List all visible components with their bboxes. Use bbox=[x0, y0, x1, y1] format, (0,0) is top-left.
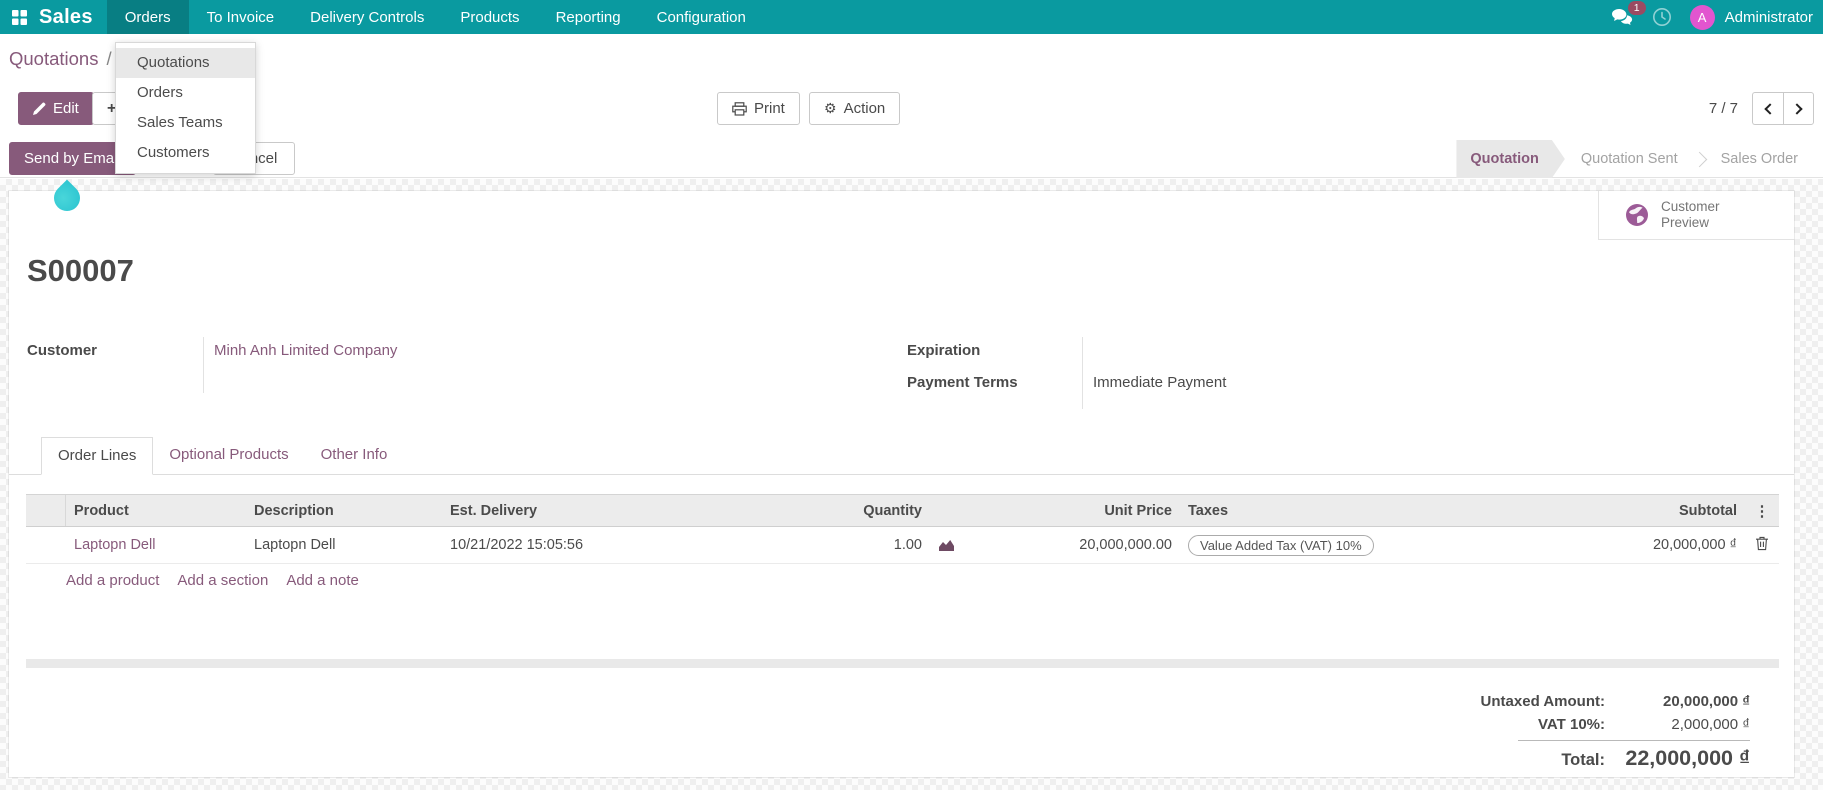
user-name: Administrator bbox=[1724, 8, 1813, 26]
form-statusbar: Send by Email Cancel Quotation Quotation… bbox=[0, 140, 1823, 178]
est-delivery-cell[interactable]: 10/21/2022 15:05:56 bbox=[442, 537, 740, 553]
form-sheet-background: Customer Preview S00007 Customer Minh An… bbox=[0, 179, 1823, 790]
avatar: A bbox=[1689, 4, 1715, 30]
menu-item-quotations[interactable]: Quotations bbox=[116, 48, 255, 78]
action-button[interactable]: ⚙ Action bbox=[809, 92, 901, 125]
expiration-field-value[interactable] bbox=[1093, 337, 1273, 369]
column-header-description[interactable]: Description bbox=[246, 503, 442, 519]
messages-count-badge: 1 bbox=[1627, 1, 1646, 15]
messages-button[interactable]: 1 bbox=[1611, 1, 1646, 26]
nav-item-reporting[interactable]: Reporting bbox=[538, 0, 639, 34]
product-link[interactable]: Laptopn Dell bbox=[74, 537, 155, 553]
total-value: 22,000,000 ₫ bbox=[1625, 746, 1750, 770]
add-a-section-link[interactable]: Add a section bbox=[177, 572, 268, 589]
nav-item-to-invoice[interactable]: To Invoice bbox=[189, 0, 293, 34]
list-add-links: Add a product Add a section Add a note bbox=[26, 564, 1779, 598]
order-line-row[interactable]: Laptopn Dell Laptopn Dell 10/21/2022 15:… bbox=[26, 527, 1779, 564]
total-label: Total: bbox=[1561, 751, 1605, 769]
add-a-note-link[interactable]: Add a note bbox=[286, 572, 359, 589]
edit-button[interactable]: Edit bbox=[18, 92, 94, 125]
status-stage-pipeline: Quotation Quotation Sent Sales Order bbox=[1456, 140, 1814, 178]
gear-icon: ⚙ bbox=[824, 100, 837, 116]
column-header-taxes[interactable]: Taxes bbox=[1180, 503, 1535, 519]
pencil-icon bbox=[33, 102, 46, 115]
top-nav: Sales Orders To Invoice Delivery Control… bbox=[0, 0, 1823, 34]
customer-field-group: Customer Minh Anh Limited Company bbox=[27, 337, 397, 393]
pager-count: 7 / 7 bbox=[1708, 100, 1738, 117]
tab-optional-products[interactable]: Optional Products bbox=[153, 437, 304, 475]
stage-quotation-sent[interactable]: Quotation Sent bbox=[1565, 140, 1694, 178]
customer-field-label: Customer bbox=[27, 342, 98, 359]
tab-order-lines[interactable]: Order Lines bbox=[41, 437, 154, 475]
optional-columns-toggle-icon[interactable]: ⋮ bbox=[1745, 502, 1779, 520]
total-divider bbox=[1518, 740, 1750, 741]
activities-clock-icon[interactable] bbox=[1652, 7, 1672, 27]
untaxed-amount-label: Untaxed Amount: bbox=[1480, 693, 1605, 710]
menu-item-customers[interactable]: Customers bbox=[116, 138, 255, 168]
nav-item-products[interactable]: Products bbox=[442, 0, 537, 34]
vat-value: 2,000,000 ₫ bbox=[1671, 716, 1750, 733]
column-header-product[interactable]: Product bbox=[66, 503, 246, 519]
quotation-number-title: S00007 bbox=[27, 253, 134, 288]
customer-value-link[interactable]: Minh Anh Limited Company bbox=[214, 342, 397, 359]
nav-item-orders[interactable]: Orders bbox=[106, 0, 189, 34]
pager: 7 / 7 bbox=[1709, 92, 1814, 125]
unit-price-cell[interactable]: 20,000,000.00 bbox=[980, 537, 1180, 553]
tax-pill[interactable]: Value Added Tax (VAT) 10% bbox=[1188, 534, 1374, 556]
column-header-quantity[interactable]: Quantity bbox=[740, 503, 930, 519]
order-lines-table: Product Description Est. Delivery Quanti… bbox=[26, 494, 1779, 598]
list-footer-band bbox=[26, 659, 1779, 668]
delete-row-trash-icon[interactable] bbox=[1745, 536, 1779, 555]
apps-grid-icon[interactable] bbox=[12, 9, 27, 25]
stage-sales-order[interactable]: Sales Order bbox=[1705, 140, 1814, 178]
notebook-tabs: Order Lines Optional Products Other Info bbox=[9, 437, 1794, 475]
globe-icon bbox=[1625, 203, 1649, 227]
customer-preview-label: Customer Preview bbox=[1661, 198, 1720, 230]
printer-icon bbox=[732, 101, 747, 116]
nav-item-delivery-controls[interactable]: Delivery Controls bbox=[292, 0, 442, 34]
chevron-right-icon bbox=[1791, 102, 1803, 115]
column-header-unit-price[interactable]: Unit Price bbox=[980, 503, 1180, 519]
handle-column-header bbox=[26, 495, 66, 526]
payment-terms-field-value[interactable]: Immediate Payment bbox=[1093, 369, 1273, 401]
pager-previous-button[interactable] bbox=[1752, 92, 1783, 125]
add-a-product-link[interactable]: Add a product bbox=[66, 572, 159, 589]
breadcrumb-quotations-link[interactable]: Quotations bbox=[9, 48, 98, 69]
pager-next-button[interactable] bbox=[1783, 92, 1814, 125]
nav-item-configuration[interactable]: Configuration bbox=[639, 0, 764, 34]
tab-other-info[interactable]: Other Info bbox=[305, 437, 404, 475]
quantity-cell[interactable]: 1.00 bbox=[740, 537, 930, 553]
stage-separator-icon bbox=[1691, 140, 1707, 178]
print-button[interactable]: Print bbox=[717, 92, 800, 125]
control-panel: Quotations/ Edit + Create Print ⚙ Action… bbox=[0, 34, 1823, 140]
menu-item-orders[interactable]: Orders bbox=[116, 78, 255, 108]
quotation-form-sheet: Customer Preview S00007 Customer Minh An… bbox=[9, 191, 1794, 777]
breadcrumb-separator: / bbox=[106, 48, 112, 69]
untaxed-amount-value: 20,000,000 ₫ bbox=[1663, 693, 1750, 710]
payment-terms-field-label: Payment Terms bbox=[907, 374, 1018, 391]
menu-item-sales-teams[interactable]: Sales Teams bbox=[116, 108, 255, 138]
description-cell[interactable]: Laptopn Dell bbox=[246, 537, 442, 553]
user-menu[interactable]: A Administrator bbox=[1689, 4, 1813, 30]
chevron-left-icon bbox=[1763, 102, 1776, 115]
app-title[interactable]: Sales bbox=[39, 6, 93, 29]
subtotal-cell: 20,000,000 ₫ bbox=[1652, 537, 1737, 553]
customer-preview-button[interactable]: Customer Preview bbox=[1598, 191, 1794, 240]
vat-label: VAT 10%: bbox=[1538, 716, 1605, 733]
order-lines-header-row: Product Description Est. Delivery Quanti… bbox=[26, 494, 1779, 527]
column-header-subtotal[interactable]: Subtotal bbox=[1535, 503, 1745, 519]
breadcrumb: Quotations / bbox=[9, 48, 112, 70]
orders-dropdown-menu: Quotations Orders Sales Teams Customers bbox=[115, 42, 256, 174]
stage-quotation[interactable]: Quotation bbox=[1456, 140, 1564, 178]
right-field-group: Expiration Payment Terms Immediate Payme… bbox=[907, 337, 1273, 409]
totals-summary: Untaxed Amount: 20,000,000 ₫ VAT 10%: 2,… bbox=[1481, 693, 1750, 777]
forecast-chart-icon[interactable] bbox=[930, 538, 980, 552]
expiration-field-label: Expiration bbox=[907, 342, 981, 359]
column-header-est-delivery[interactable]: Est. Delivery bbox=[442, 503, 740, 519]
